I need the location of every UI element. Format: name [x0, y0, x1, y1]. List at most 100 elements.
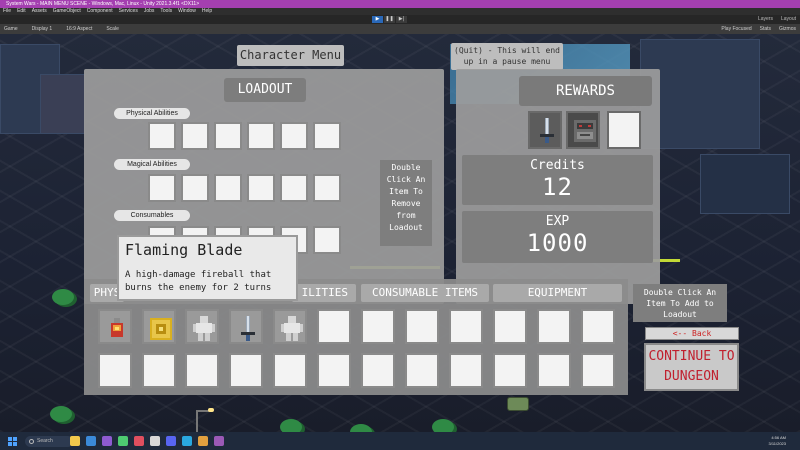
inventory-item-slot[interactable] [361, 353, 395, 388]
taskbar: Search 4:56 AM 3/11/2023 [0, 432, 800, 450]
consumables-label: Consumables [114, 210, 190, 221]
tree [52, 289, 74, 305]
inventory-item-slot[interactable] [581, 309, 615, 344]
inventory-item-slot[interactable] [317, 309, 351, 344]
tree [350, 424, 372, 432]
pause-button[interactable]: ❚❚ [384, 16, 395, 23]
system-clock[interactable]: 4:56 AM 3/11/2023 [769, 435, 787, 447]
menu-services[interactable]: Services [119, 8, 138, 15]
add-to-loadout-hint: Double Click An Item To Add to Loadout [633, 284, 727, 322]
loadout-physical-slot[interactable] [181, 122, 209, 150]
loadout-magical-slot[interactable] [181, 174, 209, 202]
remove-from-loadout-hint: Double Click An Item To Remove from Load… [380, 160, 432, 246]
inventory-item-slot[interactable] [273, 309, 307, 344]
menu-gameobject[interactable]: GameObject [53, 8, 81, 15]
aspect-dropdown[interactable]: 16:9 Aspect [66, 24, 92, 34]
app-icon[interactable] [198, 436, 208, 446]
inventory-item-slot[interactable] [185, 353, 219, 388]
item-tooltip: Flaming Blade A high-damage fireball tha… [117, 235, 298, 301]
inventory-item-slot[interactable] [317, 353, 351, 388]
tree [280, 419, 302, 432]
menu-file[interactable]: File [3, 8, 11, 15]
sword-icon [241, 316, 255, 341]
step-button[interactable]: ▶| [396, 16, 407, 23]
inventory-item-slot[interactable] [405, 309, 439, 344]
app-icon[interactable] [214, 436, 224, 446]
inventory-item-slot[interactable] [537, 309, 571, 344]
app-icon[interactable] [118, 436, 128, 446]
loadout-magical-slot[interactable] [247, 174, 275, 202]
layout-dropdown[interactable]: Layout [781, 16, 796, 23]
car [507, 397, 529, 411]
loadout-physical-slot[interactable] [214, 122, 242, 150]
tooltip-description: A high-damage fireball that burns the en… [125, 270, 272, 293]
loadout-physical-slot[interactable] [247, 122, 275, 150]
back-button[interactable]: <-- Back [645, 327, 739, 340]
menu-window[interactable]: Window [178, 8, 196, 15]
reward-item-slot[interactable] [566, 111, 600, 149]
visual-studio-icon[interactable] [102, 436, 112, 446]
inventory-item-slot[interactable] [449, 353, 483, 388]
street-lamp [196, 408, 214, 432]
reward-item-slot[interactable] [607, 111, 641, 149]
inventory-item-slot[interactable] [98, 353, 132, 388]
loadout-physical-slot[interactable] [280, 122, 308, 150]
app-icon[interactable] [182, 436, 192, 446]
inventory-item-slot[interactable] [229, 353, 263, 388]
credits-label: Credits [530, 158, 585, 173]
play-focused-dropdown[interactable]: Play Focused [721, 24, 751, 34]
building [700, 154, 790, 214]
browser-icon[interactable] [86, 436, 96, 446]
layers-dropdown[interactable]: Layers [758, 16, 773, 23]
tab-magical-abilities[interactable]: ILITIES [292, 284, 356, 302]
menu-component[interactable]: Component [87, 8, 113, 15]
tab-equipment[interactable]: EQUIPMENT [493, 284, 622, 302]
loadout-magical-slot[interactable] [214, 174, 242, 202]
inventory-item-slot[interactable] [229, 309, 263, 344]
gizmos-toggle[interactable]: Gizmos [779, 24, 796, 34]
inventory-item-slot[interactable] [142, 353, 176, 388]
character-menu-title: Character Menu [237, 45, 344, 66]
credits-value: 12 [542, 173, 573, 201]
menu-tools[interactable]: Tools [160, 8, 172, 15]
quit-note[interactable]: (Quit) - This will end up in a pause men… [451, 43, 563, 70]
app-icon[interactable] [134, 436, 144, 446]
golden-crate-icon [150, 318, 172, 340]
loadout-consumable-slot[interactable] [313, 226, 341, 254]
play-button[interactable]: ▶ [372, 16, 383, 23]
inventory-item-slot[interactable] [185, 309, 219, 344]
loadout-magical-slot[interactable] [313, 174, 341, 202]
menu-help[interactable]: Help [202, 8, 212, 15]
inventory-item-slot[interactable] [537, 353, 571, 388]
scale-slider[interactable]: Scale [106, 24, 119, 34]
inventory-item-slot[interactable] [405, 353, 439, 388]
inventory-item-slot[interactable] [493, 309, 527, 344]
file-explorer-icon[interactable] [70, 436, 80, 446]
reward-item-slot[interactable] [528, 111, 562, 149]
display-dropdown[interactable]: Display 1 [32, 24, 53, 34]
tab-consumable-items[interactable]: CONSUMABLE ITEMS [361, 284, 489, 302]
inventory-item-slot[interactable] [98, 309, 132, 344]
loadout-magical-slot[interactable] [280, 174, 308, 202]
menu-assets[interactable]: Assets [32, 8, 47, 15]
windows-start-icon[interactable] [8, 436, 17, 446]
menu-edit[interactable]: Edit [17, 8, 26, 15]
discord-icon[interactable] [166, 436, 176, 446]
inventory-item-slot[interactable] [361, 309, 395, 344]
unity-icon[interactable] [150, 436, 160, 446]
window-title: System Wars - MAIN MENU SCENE - Windows,… [6, 1, 200, 7]
tree [432, 419, 454, 432]
loadout-physical-slot[interactable] [148, 122, 176, 150]
continue-to-dungeon-button[interactable]: CONTINUE TO DUNGEON [644, 343, 739, 391]
stats-toggle[interactable]: Stats [760, 24, 771, 34]
inventory-item-slot[interactable] [142, 309, 176, 344]
menu-jobs[interactable]: Jobs [144, 8, 155, 15]
inventory-item-slot[interactable] [273, 353, 307, 388]
inventory-item-slot[interactable] [581, 353, 615, 388]
game-tab[interactable]: Game [4, 24, 18, 34]
loadout-magical-slot[interactable] [148, 174, 176, 202]
taskbar-search[interactable]: Search [25, 435, 73, 447]
loadout-physical-slot[interactable] [313, 122, 341, 150]
inventory-item-slot[interactable] [449, 309, 483, 344]
inventory-item-slot[interactable] [493, 353, 527, 388]
